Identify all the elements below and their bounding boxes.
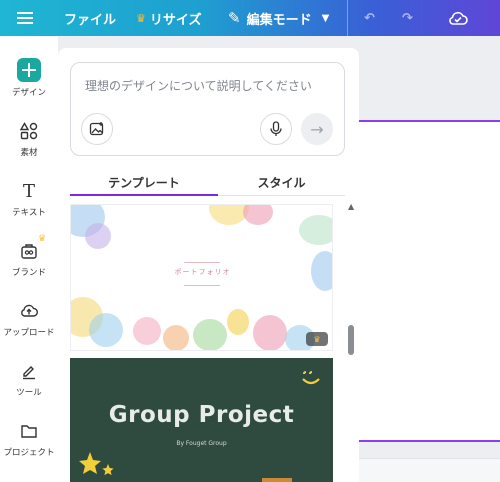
box-doodle	[262, 478, 292, 482]
resize-button[interactable]: ♛ リサイズ	[136, 0, 202, 36]
text-icon: T	[22, 180, 35, 202]
watercolor-blob	[85, 223, 111, 249]
prompt-input[interactable]: 理想のデザインについて説明してください	[85, 77, 312, 94]
microphone-button[interactable]	[260, 113, 292, 145]
rail-item-design[interactable]: デザイン	[0, 58, 58, 98]
template-card-portfolio[interactable]: ポートフォリオ ♛	[70, 204, 333, 351]
rail-item-text[interactable]: T テキスト	[0, 180, 58, 219]
design-panel: 理想のデザインについて説明してください → テンプレート スタイル ▲ ポートフ…	[58, 48, 359, 482]
top-bar: ファイル ♛ リサイズ ✎ 編集モード ▼ ↶ ↷	[0, 0, 500, 36]
active-tab-indicator	[70, 194, 218, 196]
left-rail: デザイン 素材 T テキスト ♛ ブランド アップロード ツール プロジェクト	[0, 36, 58, 482]
watercolor-blob	[163, 325, 189, 350]
ai-prompt-box[interactable]: 理想のデザインについて説明してください →	[70, 62, 345, 156]
star-doodle-icon	[79, 452, 114, 476]
edit-mode-label: 編集モード	[246, 12, 312, 28]
scroll-up-icon[interactable]: ▲	[348, 202, 354, 211]
edit-mode-dropdown[interactable]: ✎ 編集モード ▼	[228, 0, 329, 36]
resize-label: リサイズ	[149, 12, 202, 28]
tab-templates[interactable]: テンプレート	[70, 168, 218, 196]
template-card-group-project[interactable]: Group Project By Fouget Group	[70, 358, 333, 482]
tools-icon	[16, 360, 42, 382]
menu-icon[interactable]	[17, 0, 37, 36]
design-page[interactable]	[359, 120, 500, 442]
undo-icon[interactable]: ↶	[364, 0, 375, 36]
rail-label-tools: ツール	[16, 388, 42, 398]
rail-label-uploads: アップロード	[3, 328, 55, 338]
upload-icon	[16, 300, 42, 322]
rail-label-elements: 素材	[20, 148, 38, 158]
bottom-toolbar	[359, 458, 500, 482]
template-title: Group Project	[108, 402, 295, 428]
scrollbar-thumb[interactable]	[348, 325, 354, 355]
title-rule	[184, 285, 220, 286]
design-icon	[17, 58, 41, 82]
crown-icon: ♛	[136, 11, 146, 25]
rail-item-uploads[interactable]: アップロード	[0, 300, 58, 338]
premium-crown-icon: ♛	[306, 332, 328, 346]
topbar-divider	[347, 0, 348, 36]
send-arrow-icon[interactable]: →	[301, 113, 333, 145]
rail-item-tools[interactable]: ツール	[0, 360, 58, 398]
watercolor-blob	[243, 205, 273, 225]
title-rule	[184, 262, 220, 263]
canvas-area	[359, 36, 500, 482]
template-subtitle: By Fouget Group	[176, 440, 227, 447]
folder-icon	[16, 420, 42, 442]
redo-icon[interactable]: ↷	[402, 0, 413, 36]
rail-label-projects: プロジェクト	[3, 448, 55, 458]
file-menu-button[interactable]: ファイル	[64, 0, 116, 36]
template-title: ポートフォリオ	[174, 268, 231, 276]
cloud-saved-icon[interactable]	[448, 0, 470, 36]
smiley-icon	[302, 371, 320, 385]
rail-item-brand[interactable]: ♛ ブランド	[0, 234, 58, 278]
rail-label-text: テキスト	[12, 208, 46, 218]
pencil-icon: ✎	[228, 9, 241, 27]
watercolor-blob	[227, 309, 249, 335]
watercolor-blob	[89, 313, 123, 347]
watercolor-blob	[299, 215, 332, 245]
image-upload-button[interactable]	[81, 113, 113, 145]
watercolor-blob	[133, 317, 161, 345]
elements-icon	[16, 120, 42, 142]
watercolor-blob	[193, 319, 227, 350]
crown-icon: ♛	[38, 234, 47, 244]
panel-tabs: テンプレート スタイル	[70, 168, 345, 196]
watercolor-blob	[253, 315, 287, 350]
rail-item-projects[interactable]: プロジェクト	[0, 420, 58, 458]
rail-label-brand: ブランド	[11, 268, 46, 278]
chevron-down-icon: ▼	[321, 12, 330, 24]
rail-item-elements[interactable]: 素材	[0, 120, 58, 158]
tab-styles[interactable]: スタイル	[218, 168, 345, 196]
rail-label-design: デザイン	[11, 88, 46, 98]
